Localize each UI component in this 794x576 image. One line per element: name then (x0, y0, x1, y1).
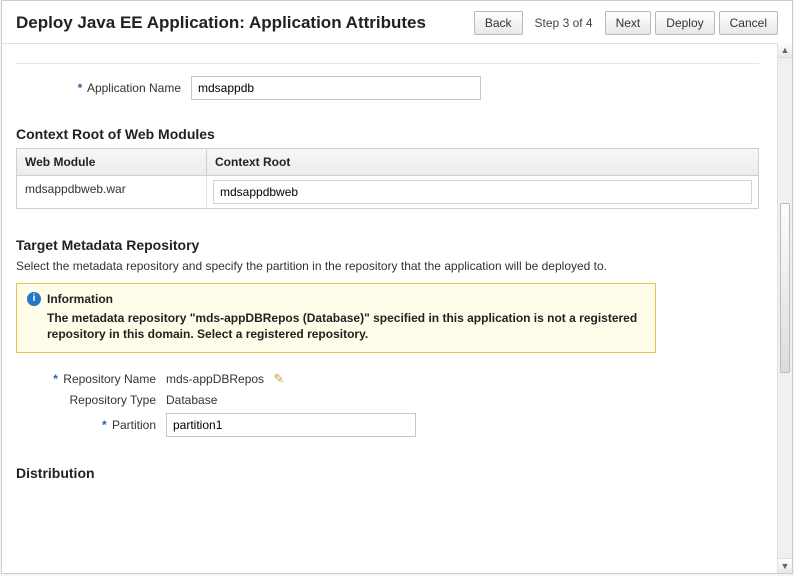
deploy-button[interactable]: Deploy (655, 11, 714, 35)
repository-type-row: Repository Type Database (16, 393, 759, 407)
context-root-cell (207, 176, 758, 208)
wizard-header: Deploy Java EE Application: Application … (2, 1, 792, 44)
col-web-module: Web Module (17, 149, 207, 176)
scroll-up-icon[interactable]: ▲ (778, 43, 792, 58)
repository-name-row: * Repository Name mds-appDBRepos ✎ (16, 371, 759, 387)
info-icon: i (27, 292, 41, 306)
repository-type-value: Database (166, 393, 217, 407)
partition-label: * Partition (16, 418, 166, 432)
application-name-label-text: Application Name (87, 81, 181, 95)
form-scroll-area: * Application Name Context Root of Web M… (2, 43, 777, 573)
repository-name-text: mds-appDBRepos (166, 372, 264, 386)
repository-name-label-text: Repository Name (63, 372, 156, 386)
scroll-thumb[interactable] (780, 203, 790, 373)
information-box: i Information The metadata repository "m… (16, 283, 656, 353)
information-body: The metadata repository "mds-appDBRepos … (27, 310, 645, 342)
scroll-down-icon[interactable]: ▼ (778, 558, 792, 573)
target-repo-heading: Target Metadata Repository (16, 237, 759, 253)
information-title-row: i Information (27, 292, 645, 306)
web-module-cell: mdsappdbweb.war (17, 176, 207, 208)
wizard-buttons: Back Step 3 of 4 Next Deploy Cancel (474, 11, 778, 35)
information-title: Information (47, 292, 113, 306)
table-header: Web Module Context Root (17, 149, 758, 176)
context-root-table: Web Module Context Root mdsappdbweb.war (16, 148, 759, 209)
page-title: Deploy Java EE Application: Application … (16, 13, 474, 33)
application-name-input[interactable] (191, 76, 481, 100)
next-button[interactable]: Next (605, 11, 652, 35)
application-name-row: * Application Name (16, 76, 759, 100)
divider (16, 63, 759, 64)
partition-label-text: Partition (112, 418, 156, 432)
col-context-root: Context Root (207, 149, 758, 176)
required-marker: * (53, 372, 58, 386)
edit-repository-icon[interactable]: ✎ (273, 371, 284, 386)
partition-row: * Partition (16, 413, 759, 437)
cancel-button[interactable]: Cancel (719, 11, 778, 35)
step-indicator: Step 3 of 4 (527, 12, 601, 34)
table-row: mdsappdbweb.war (17, 176, 758, 208)
required-marker: * (102, 418, 107, 432)
repository-name-value: mds-appDBRepos ✎ (166, 371, 284, 387)
target-repo-description: Select the metadata repository and speci… (16, 259, 759, 273)
vertical-scrollbar[interactable]: ▲ ▼ (777, 43, 792, 573)
context-root-input[interactable] (213, 180, 752, 204)
application-name-label: * Application Name (16, 81, 191, 95)
required-marker: * (78, 81, 83, 95)
repository-type-label: Repository Type (16, 393, 166, 407)
context-root-heading: Context Root of Web Modules (16, 126, 759, 142)
back-button[interactable]: Back (474, 11, 523, 35)
distribution-heading: Distribution (16, 465, 759, 481)
partition-input[interactable] (166, 413, 416, 437)
repository-name-label: * Repository Name (16, 372, 166, 386)
